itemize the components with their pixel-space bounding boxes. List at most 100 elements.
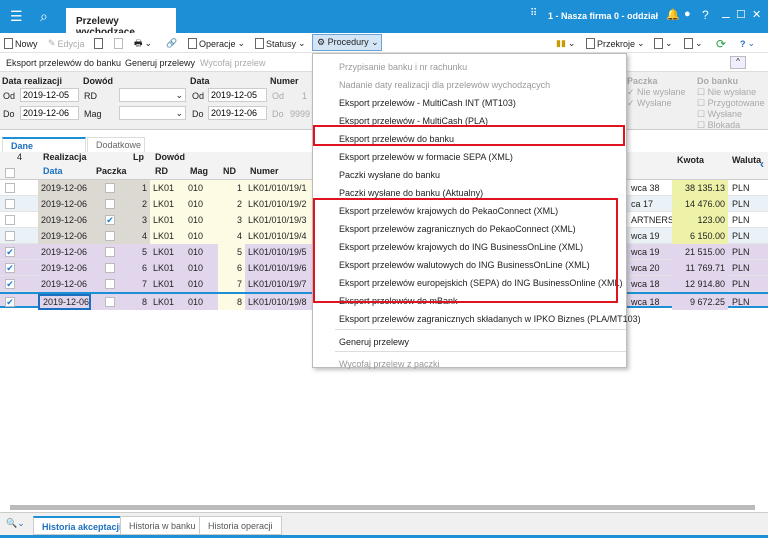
settings-button[interactable]: ⌄ xyxy=(684,36,703,51)
charts-button[interactable]: ▮▮ ⌄ xyxy=(556,36,575,51)
cell-data[interactable]: 2019-12-06 xyxy=(38,276,91,292)
cell-paczka[interactable] xyxy=(91,196,127,212)
header-numer[interactable]: Numer xyxy=(247,163,282,179)
package-not-sent-checkbox[interactable]: ✓ Nie wysłane xyxy=(627,87,686,98)
select-all-checkbox[interactable] xyxy=(5,168,15,178)
statuses-button[interactable]: Statusy ⌄ xyxy=(255,36,306,51)
paczka-checkbox[interactable] xyxy=(105,297,115,307)
paczka-checkbox[interactable] xyxy=(105,279,115,289)
bank-sent-checkbox[interactable]: ☐ Wysłane xyxy=(697,109,742,120)
tab-przelewy-wychodzace[interactable]: Przelewy wychodzące xyxy=(66,8,176,38)
export-to-bank-link[interactable]: Eksport przelewów do banku xyxy=(6,58,121,68)
header-rd[interactable]: RD xyxy=(152,163,171,179)
paczka-checkbox[interactable] xyxy=(105,231,115,241)
tab-historia-w-banku[interactable]: Historia w banku xyxy=(120,516,205,535)
generate-transfers-link[interactable]: Generuj przelewy xyxy=(125,58,195,68)
header-lp[interactable]: Lp xyxy=(130,149,147,165)
paczka-checkbox[interactable] xyxy=(105,263,115,273)
paczka-checkbox[interactable] xyxy=(105,199,115,209)
paczka-checkbox[interactable]: ✔ xyxy=(105,215,115,225)
menu-item[interactable]: Paczki wysłane do banku xyxy=(339,166,440,184)
delete-button[interactable] xyxy=(114,36,123,51)
number-from-input[interactable]: 1 xyxy=(302,91,307,101)
data-to-input[interactable] xyxy=(208,106,267,120)
header-paczka[interactable]: Paczka xyxy=(93,163,130,179)
preview-button[interactable] xyxy=(94,36,103,51)
views-button[interactable]: Przekroje ⌄ xyxy=(586,36,645,51)
expand-columns-icon[interactable]: ‹ xyxy=(757,156,767,172)
header-nd[interactable]: ND xyxy=(220,163,239,179)
cell-paczka[interactable] xyxy=(91,276,127,292)
paczka-checkbox[interactable] xyxy=(105,247,115,257)
cell-paczka[interactable] xyxy=(91,294,127,310)
refresh-button[interactable]: ⟳ xyxy=(716,36,726,51)
company-selector[interactable]: 1 - Nasza firma 0 - oddział xyxy=(548,11,658,21)
row-checkbox[interactable] xyxy=(5,199,15,209)
cell-paczka[interactable] xyxy=(91,180,127,196)
date-to-input[interactable] xyxy=(20,106,79,120)
menu-item[interactable]: Eksport przelewów zagranicznych składany… xyxy=(339,310,641,328)
cell-paczka[interactable] xyxy=(91,244,127,260)
menu-item[interactable]: Przypisanie banku i nr rachunku xyxy=(339,58,467,76)
row-checkbox[interactable]: ✔ xyxy=(5,297,15,307)
procedures-button[interactable]: ⚙ Procedury ⌄ xyxy=(312,34,382,51)
header-mag[interactable]: Mag xyxy=(187,163,211,179)
menu-item[interactable]: Nadanie daty realizacji dla przelewów wy… xyxy=(339,76,550,94)
bell-icon[interactable]: 🔔 xyxy=(666,8,680,21)
search-icon[interactable]: ⌕ xyxy=(40,8,48,25)
cell-data[interactable]: 2019-12-06 xyxy=(38,294,91,310)
header-kwota[interactable]: Kwota xyxy=(674,152,707,168)
cell-data[interactable]: 2019-12-06 xyxy=(38,228,91,244)
menu-item[interactable]: Wycofaj przelew z paczki xyxy=(339,355,439,373)
tab-historia-operacji[interactable]: Historia operacji xyxy=(199,516,282,535)
horizontal-scrollbar[interactable] xyxy=(0,503,768,512)
date-from-input[interactable] xyxy=(20,88,79,102)
search-doc-icon[interactable]: 🔍⌄ xyxy=(6,518,25,529)
row-checkbox[interactable] xyxy=(5,215,15,225)
cell-data[interactable]: 2019-12-06 xyxy=(38,260,91,276)
cell-paczka[interactable] xyxy=(91,228,127,244)
scrollbar-thumb[interactable] xyxy=(10,505,755,510)
cell-data[interactable]: 2019-12-06 xyxy=(38,180,91,196)
hamburger-menu-icon[interactable]: ☰ xyxy=(10,8,23,25)
row-checkbox[interactable]: ✔ xyxy=(5,263,15,273)
mag-select[interactable]: ⌄ xyxy=(119,106,186,120)
bank-prepared-checkbox[interactable]: ☐ Przygotowane xyxy=(697,98,765,109)
cell-data[interactable]: 2019-12-06 xyxy=(38,244,91,260)
bank-blocked-checkbox[interactable]: ☐ Blokada xyxy=(697,120,740,131)
paczka-checkbox[interactable] xyxy=(105,183,115,193)
withdraw-transfer-link[interactable]: Wycofaj przelew xyxy=(200,58,265,68)
cell-paczka[interactable] xyxy=(91,260,127,276)
help-button[interactable]: ? ⌄ xyxy=(740,36,755,51)
attach-button[interactable]: 🔗 xyxy=(166,36,177,51)
bank-not-sent-checkbox[interactable]: ☐ Nie wysłane xyxy=(697,87,756,98)
collapse-filters-button[interactable]: ^ xyxy=(730,56,746,69)
rd-select[interactable]: ⌄ xyxy=(119,88,186,102)
cell-data[interactable]: 2019-12-06 xyxy=(38,212,91,228)
row-checkbox[interactable] xyxy=(5,231,15,241)
cell-data[interactable]: 2019-12-06 xyxy=(38,196,91,212)
maximize-icon[interactable]: ☐ xyxy=(736,8,746,21)
menu-item[interactable]: Eksport przelewów w formacie SEPA (XML) xyxy=(339,148,513,166)
grid-icon[interactable]: ⠿ xyxy=(530,8,537,19)
row-checkbox[interactable]: ✔ xyxy=(5,247,15,257)
minimize-icon[interactable]: – xyxy=(722,8,730,24)
help-icon[interactable]: ? xyxy=(702,8,709,22)
user-icon[interactable]: ● xyxy=(684,8,691,20)
cell-paczka[interactable]: ✔ xyxy=(91,212,127,228)
package-sent-checkbox[interactable]: ✓ Wysłane xyxy=(627,98,671,109)
menu-item[interactable]: Generuj przelewy xyxy=(339,333,409,351)
operations-button[interactable]: Operacje ⌄ xyxy=(188,36,245,51)
data-from-input[interactable] xyxy=(208,88,267,102)
new-button[interactable]: Nowy xyxy=(4,36,38,51)
tab-historia-akceptacji[interactable]: Historia akceptacji xyxy=(33,516,131,535)
menu-item[interactable]: Eksport przelewów - MultiCash INT (MT103… xyxy=(339,94,516,112)
print-button[interactable]: 🖶 ⌄ xyxy=(134,36,152,51)
row-checkbox[interactable]: ✔ xyxy=(5,279,15,289)
number-to-input[interactable]: 9999 xyxy=(290,109,310,119)
row-checkbox[interactable] xyxy=(5,183,15,193)
edit-button[interactable]: ✎ Edycja xyxy=(48,36,85,51)
header-data[interactable]: Data xyxy=(40,163,66,179)
close-icon[interactable]: ✕ xyxy=(752,8,761,21)
layout-button[interactable]: ⌄ xyxy=(654,36,673,51)
